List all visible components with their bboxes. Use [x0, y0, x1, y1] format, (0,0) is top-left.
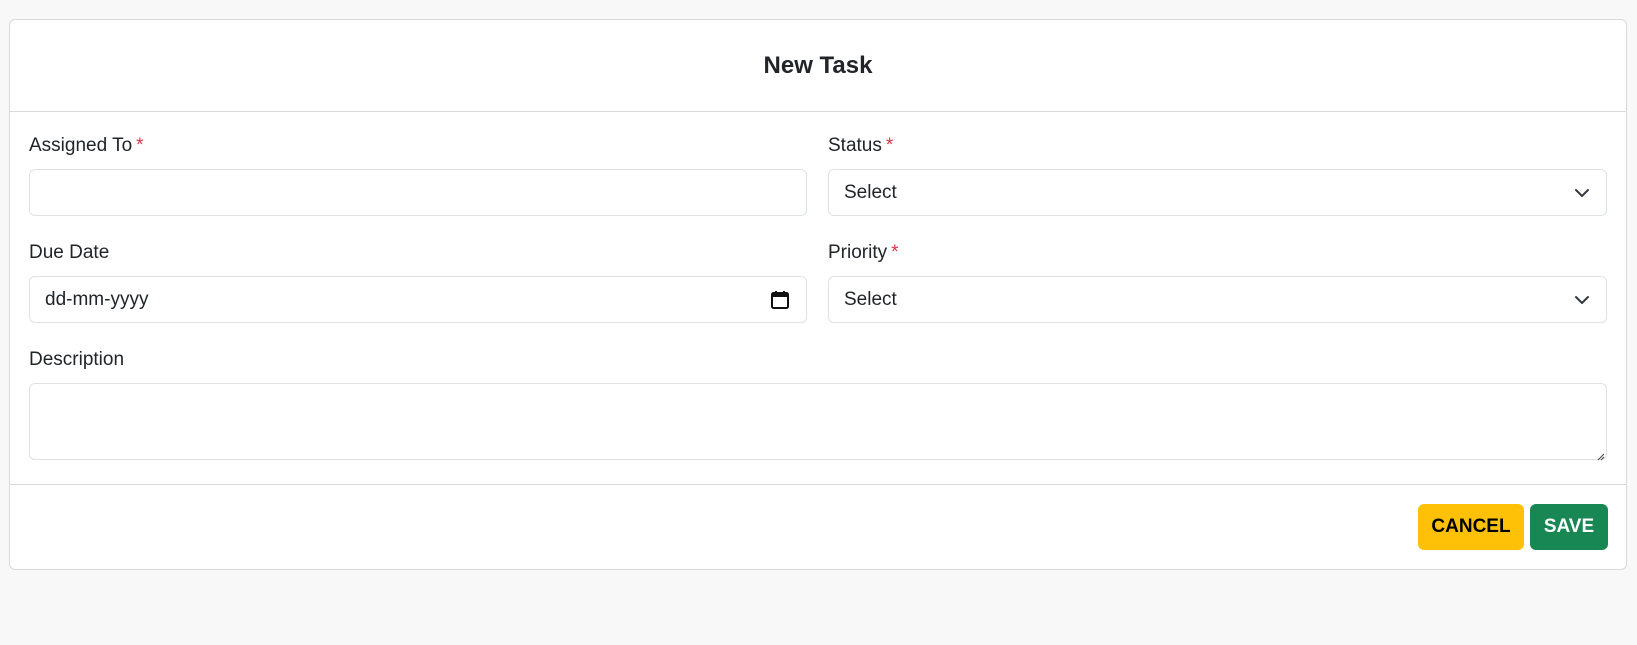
new-task-card: New Task Assigned To * Status * Select Due…	[9, 19, 1627, 570]
assigned-to-label: Assigned To *	[29, 135, 144, 157]
due-date-input[interactable]: dd-mm-yyyy	[29, 276, 807, 323]
description-label-text: Description	[29, 349, 125, 370]
cancel-button[interactable]: CANCEL	[1418, 504, 1524, 550]
description-textarea[interactable]	[29, 383, 1607, 460]
chevron-down-icon	[1573, 291, 1591, 309]
due-date-label: Due Date	[29, 242, 109, 264]
priority-selected-value: Select	[844, 288, 897, 310]
priority-label-text: Priority	[828, 242, 888, 263]
chevron-down-icon	[1573, 184, 1591, 202]
status-label: Status *	[828, 135, 893, 157]
priority-select[interactable]: Select	[828, 276, 1607, 323]
status-selected-value: Select	[844, 181, 897, 203]
card-header: New Task	[10, 20, 1626, 112]
card-footer: CANCEL SAVE	[10, 485, 1626, 571]
priority-label: Priority *	[828, 242, 899, 264]
required-mark: *	[136, 135, 144, 156]
page-title: New Task	[763, 51, 873, 79]
required-mark: *	[891, 242, 899, 263]
due-date-label-text: Due Date	[29, 242, 110, 263]
status-label-text: Status	[828, 135, 882, 156]
task-form: Assigned To * Status * Select Due Date dd-…	[10, 112, 1626, 485]
assigned-to-label-text: Assigned To	[29, 135, 133, 156]
required-mark: *	[885, 135, 894, 156]
status-select[interactable]: Select	[828, 169, 1607, 216]
description-label: Description	[29, 349, 124, 371]
calendar-icon[interactable]	[769, 289, 791, 311]
save-button[interactable]: SAVE	[1530, 504, 1608, 550]
resize-grip-icon[interactable]	[1595, 448, 1605, 461]
assigned-to-input[interactable]	[29, 169, 807, 216]
due-date-placeholder: dd-mm-yyyy	[45, 288, 149, 310]
